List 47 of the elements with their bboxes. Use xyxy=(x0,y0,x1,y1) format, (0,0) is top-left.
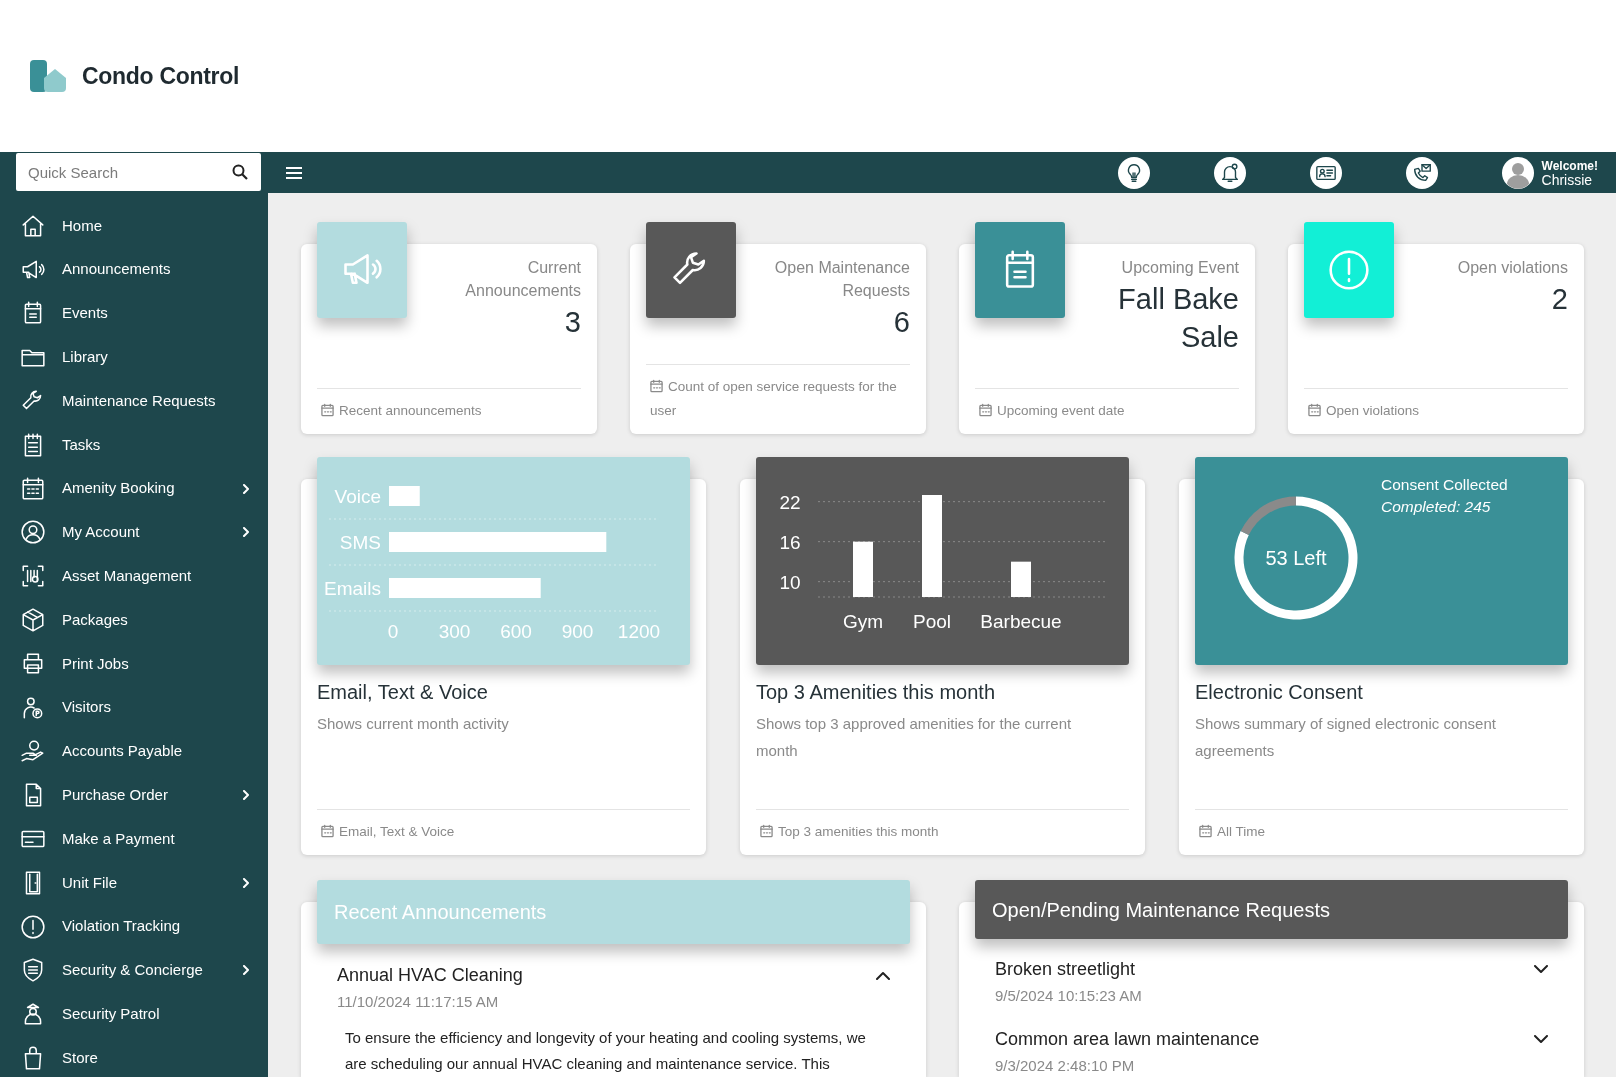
card-title: Upcoming Event xyxy=(1120,258,1239,278)
chart-heading: Consent Collected xyxy=(1381,476,1508,493)
card-title: Open Maintenance Requests xyxy=(773,258,910,301)
tick-label: 0 xyxy=(387,621,399,642)
axis-label: Voice xyxy=(334,486,381,507)
card-description: Shows current month activity xyxy=(317,714,510,734)
card-title: Current Announcements xyxy=(464,258,581,301)
tick-label: 600 xyxy=(500,621,532,642)
card-value: 6 xyxy=(892,305,910,340)
tick-label: 10 xyxy=(779,571,801,593)
card-footer-text: Recent announcements xyxy=(317,388,581,434)
tick-label: 16 xyxy=(779,531,801,553)
card-title: Email, Text & Voice xyxy=(317,680,489,705)
card-title: Top 3 Amenities this month xyxy=(756,680,996,705)
item-date: 9/3/2024 2:48:10 PM xyxy=(995,1055,1136,1076)
item-date: 9/5/2024 10:15:23 AM xyxy=(995,986,1143,1006)
panel-header: Open/Pending Maintenance Requests xyxy=(975,880,1568,939)
card-footer-text: Count of open service requests for the user xyxy=(646,364,910,434)
card-footer-text: Open violations xyxy=(1304,388,1568,434)
card-footer-text: Top 3 amenities this month xyxy=(756,809,1129,855)
card-title: Open violations xyxy=(1456,258,1568,278)
card-footer-text: Email, Text & Voice xyxy=(317,809,690,855)
panel-header: Recent Announcements xyxy=(317,880,910,944)
completed-count: Completed: 245 xyxy=(1381,498,1491,515)
card-value: 3 xyxy=(563,305,581,340)
axis-label: SMS xyxy=(339,532,381,553)
card-description: Shows top 3 approved amenities for the current month xyxy=(756,714,1073,761)
logo-text: Condo Control xyxy=(82,61,240,91)
user-name: Chrissie xyxy=(1541,172,1594,187)
item-date: 11/10/2024 11:17:15 AM xyxy=(337,991,500,1012)
axis-label: Pool xyxy=(913,611,951,632)
card-title: Electronic Consent xyxy=(1195,680,1364,705)
card-value: 2 xyxy=(1550,282,1568,317)
donut-center-label: 53 Left xyxy=(1265,547,1327,569)
tick-label: 22 xyxy=(779,491,801,513)
axis-label: Gym xyxy=(842,611,884,632)
tick-label: 1200 xyxy=(617,621,661,642)
tick-label: 900 xyxy=(561,621,594,642)
tick-label: 300 xyxy=(438,621,471,642)
card-value: Fall Bake Sale xyxy=(1117,282,1239,355)
card-description: Shows summary of signed electronic consent agreements xyxy=(1195,714,1497,761)
card-footer-text: All Time xyxy=(1195,809,1568,855)
welcome-label: Welcome! xyxy=(1541,158,1598,173)
announcement-text: To ensure the efficiency and longevity of your heating and cooling systems, we are scheduling our annual HVAC cleaning and maintenance service. This xyxy=(344,1028,867,1074)
card-footer-text: Upcoming event date xyxy=(975,388,1239,434)
axis-label: Barbecue xyxy=(980,611,1062,632)
axis-label: Emails xyxy=(324,578,381,599)
